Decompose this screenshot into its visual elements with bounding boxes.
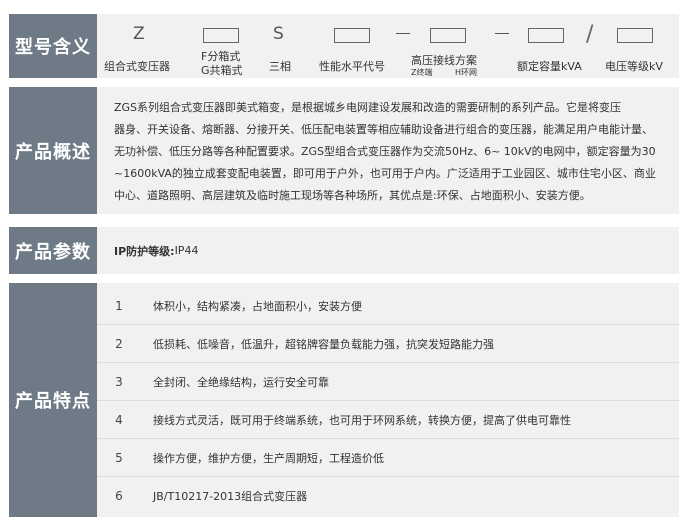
feature-number: 6 (115, 489, 123, 503)
overview-label: 产品概述 (9, 87, 97, 214)
caption-combined: 组合式变压器 (104, 60, 170, 73)
model-meaning-panel: Z S / 组合式变压器 F分箱式 G共箱式 三相 性能水平代号 高压接线方案 … (97, 14, 679, 78)
overview-line: 无功补偿、低压分路等各种配置要求。ZGS型组合式变压器作为交流50Hz、6~ 1… (114, 145, 656, 158)
code-z: Z (133, 24, 145, 44)
caption-capacity: 额定容量kVA (517, 60, 582, 73)
ip-rating-key: IP防护等级: (114, 244, 175, 258)
code-box-capacity (528, 28, 564, 43)
overview-line: ~1600kVA的独立成套变配电装置，即可用于户外，也可用于户内。广泛适用于工业… (114, 167, 656, 180)
dash-separator (495, 33, 509, 34)
features-label: 产品特点 (9, 283, 97, 517)
feature-row: 5 操作方便，维护方便，生产周期短，工程造价低 (97, 439, 679, 477)
params-label: 产品参数 (9, 227, 97, 274)
feature-text: 操作方便，维护方便，生产周期短，工程造价低 (153, 451, 384, 465)
caption-box-g: G共箱式 (201, 64, 243, 77)
feature-text: 体积小，结构紧凑，占地面积小，安装方便 (153, 299, 362, 313)
code-box-performance (334, 28, 370, 43)
feature-text: JB/T10217-2013组合式变压器 (153, 490, 308, 503)
feature-text: 接线方式灵活，既可用于终端系统，也可用于环网系统，转换方便，提高了供电可靠性 (153, 413, 571, 427)
caption-hv-z: Z终端 (411, 68, 433, 77)
caption-voltage: 电压等级kV (605, 60, 663, 73)
feature-row: 3 全封闭、全绝缘结构，运行安全可靠 (97, 363, 679, 401)
model-meaning-label: 型号含义 (9, 14, 97, 78)
features-panel: 1 体积小，结构紧凑，占地面积小，安装方便 2 低损耗、低噪音，低温升，超铭牌容… (97, 283, 679, 517)
overview-line: 中心、道路照明、高层建筑及临时施工现场等各种场所，其优点是:环保、占地面积小、安… (114, 189, 591, 202)
caption-performance: 性能水平代号 (319, 60, 385, 73)
overview-line: ZGS系列组合式变压器即美式箱变，是根据城乡电网建设发展和改造的需要研制的系列产… (114, 101, 622, 114)
code-box-voltage (617, 28, 653, 43)
feature-number: 1 (115, 298, 123, 313)
slash-separator: / (586, 22, 594, 47)
feature-number: 3 (115, 374, 123, 389)
feature-number: 2 (115, 336, 123, 351)
caption-three-phase: 三相 (269, 60, 291, 73)
code-s: S (273, 24, 284, 44)
dash-separator (396, 33, 410, 34)
overview-line: 器身、开关设备、熔断器、分接开关、低压配电装置等相应辅助设备进行组合的变压器，能… (114, 123, 653, 136)
feature-text: 全封闭、全绝缘结构，运行安全可靠 (153, 375, 329, 389)
ip-rating-value: IP44 (174, 244, 199, 257)
feature-row: 6 JB/T10217-2013组合式变压器 (97, 477, 679, 515)
feature-number: 5 (115, 450, 123, 465)
code-box-type (203, 28, 239, 43)
feature-row: 2 低损耗、低噪音，低温升，超铭牌容量负载能力强，抗突发短路能力强 (97, 325, 679, 363)
caption-hv-scheme: 高压接线方案 (411, 54, 477, 67)
feature-number: 4 (115, 412, 123, 427)
code-box-hv (430, 28, 466, 43)
caption-hv-h: H环网 (455, 68, 478, 77)
feature-row: 4 接线方式灵活，既可用于终端系统，也可用于环网系统，转换方便，提高了供电可靠性 (97, 401, 679, 439)
feature-row: 1 体积小，结构紧凑，占地面积小，安装方便 (97, 287, 679, 325)
feature-text: 低损耗、低噪音，低温升，超铭牌容量负载能力强，抗突发短路能力强 (153, 337, 494, 351)
overview-panel: ZGS系列组合式变压器即美式箱变，是根据城乡电网建设发展和改造的需要研制的系列产… (97, 87, 679, 214)
params-panel: IP防护等级: IP44 (97, 227, 679, 274)
